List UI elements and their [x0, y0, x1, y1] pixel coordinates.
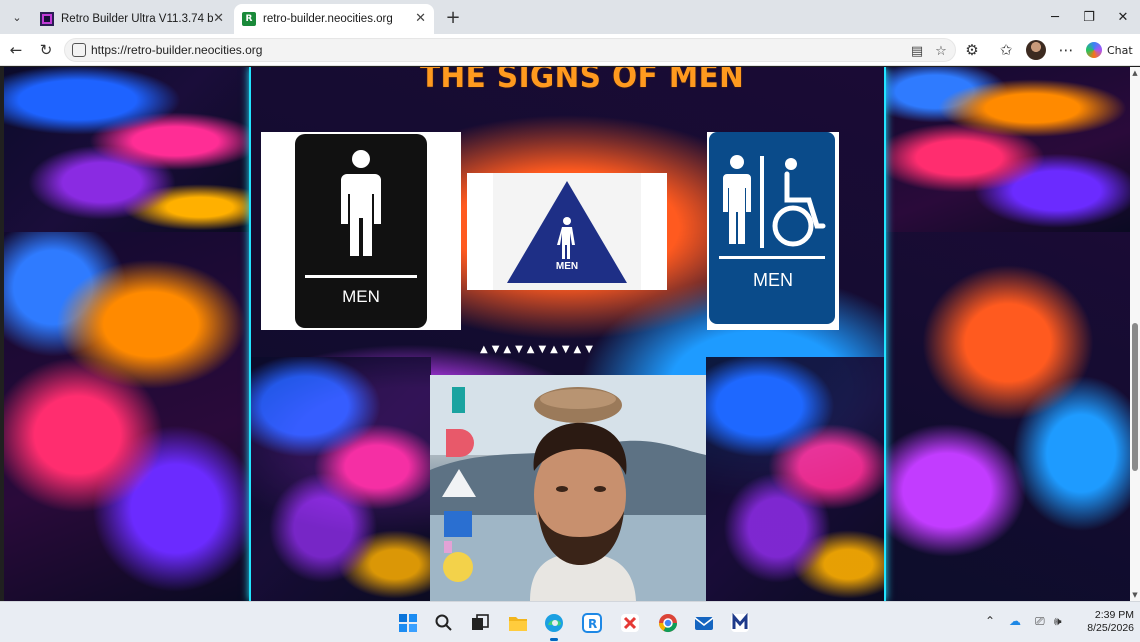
refresh-button[interactable]: ↻ — [34, 39, 58, 61]
neocities-favicon-icon: R — [242, 12, 256, 26]
edge-browser-button[interactable] — [542, 611, 566, 641]
m-app-button[interactable] — [728, 611, 752, 635]
tab-title: Retro Builder Ultra V11.3.74 by Do — [61, 13, 213, 25]
profile-avatar[interactable] — [1026, 40, 1046, 60]
tab-retro-builder-ultra[interactable]: Retro Builder Ultra V11.3.74 by Do ✕ — [32, 4, 232, 34]
triangle-men-sign-image: MEN — [467, 173, 667, 290]
extensions-button[interactable]: ⚙ — [960, 39, 984, 61]
swirl-background-image — [886, 232, 1130, 601]
sign-label: MEN — [753, 270, 793, 290]
edge-icon — [545, 614, 563, 632]
site-info-icon[interactable] — [72, 43, 86, 57]
copilot-chat-button[interactable]: Chat — [1086, 39, 1133, 61]
man-with-rock-photo — [430, 375, 706, 601]
new-tab-button[interactable]: + — [442, 6, 464, 28]
volume-icon[interactable]: 🕪 — [1054, 614, 1062, 629]
windows-logo-icon — [399, 614, 417, 632]
chat-label: Chat — [1107, 43, 1133, 57]
r-app-icon: R — [582, 613, 602, 633]
close-tab-icon[interactable]: ✕ — [213, 11, 224, 26]
swirl-background-image — [4, 232, 249, 601]
close-icon: ✕ — [1117, 9, 1129, 25]
puzzle-icon: ⚙ — [965, 41, 979, 59]
favorites-icon: ✩ — [999, 41, 1013, 59]
back-button[interactable]: ← — [4, 39, 28, 61]
clock-time: 2:39 PM — [1094, 609, 1134, 621]
sign-label: MEN — [342, 287, 380, 306]
page-viewport: THE SIGNS OF MEN MEN MEN MEN ▲▼▲▼▲▼▲▼▲▼ — [4, 67, 1130, 601]
restore-icon: ❐ — [1083, 9, 1095, 25]
settings-menu-button[interactable]: ⋯ — [1054, 39, 1078, 61]
scroll-down-icon[interactable]: ▼ — [1131, 591, 1139, 599]
page-title: THE SIGNS OF MEN — [420, 67, 745, 95]
swirl-background-image — [886, 67, 1130, 232]
plus-icon: + — [445, 6, 461, 28]
favorites-button[interactable]: ✩ — [994, 39, 1018, 61]
svg-text:R: R — [588, 617, 597, 631]
back-arrow-icon: ← — [9, 41, 23, 59]
system-clock[interactable]: 2:39 PM 8/25/2026 — [1082, 609, 1134, 635]
task-view-button[interactable] — [468, 611, 492, 635]
scrollbar-thumb[interactable] — [1132, 323, 1138, 471]
xmind-app-button[interactable] — [618, 611, 642, 635]
black-men-sign-image: MEN — [261, 132, 461, 330]
r-app-button[interactable]: R — [580, 611, 604, 635]
folder-icon — [509, 617, 527, 631]
accessible-men-sign-image: MEN — [707, 132, 839, 330]
url-text[interactable]: https://retro-builder.neocities.org — [91, 43, 262, 57]
browser-toolbar: ← ↻ https://retro-builder.neocities.org … — [0, 34, 1140, 66]
mail-app-button[interactable] — [692, 611, 716, 635]
scroll-up-icon[interactable]: ▲ — [1131, 69, 1139, 77]
mail-icon — [694, 617, 714, 630]
show-hidden-icons-chevron-icon[interactable]: ⌃ — [985, 614, 995, 628]
more-icon: ⋯ — [1058, 41, 1074, 59]
tab-title: retro-builder.neocities.org — [263, 13, 393, 25]
refresh-icon: ↻ — [39, 41, 53, 59]
search-icon — [435, 614, 452, 631]
retro-builder-favicon-icon — [40, 12, 54, 26]
xmind-icon — [621, 614, 639, 632]
swirl-background-image — [4, 67, 249, 232]
favorite-star-icon[interactable]: ☆ — [931, 41, 951, 61]
close-tab-icon[interactable]: ✕ — [415, 11, 426, 26]
minimize-icon: ─ — [1051, 9, 1059, 25]
address-bar[interactable]: https://retro-builder.neocities.org ▤ ☆ — [64, 38, 956, 62]
tab-retro-builder-neocities[interactable]: R retro-builder.neocities.org ✕ — [234, 4, 434, 34]
tab-actions-menu[interactable]: ⌄ — [6, 6, 28, 28]
task-view-icon — [472, 614, 489, 630]
onedrive-cloud-icon[interactable]: ☁ — [1009, 614, 1021, 628]
file-explorer-button[interactable] — [506, 611, 530, 635]
chrome-button[interactable] — [656, 611, 680, 635]
m-app-icon — [731, 613, 749, 632]
clock-date: 8/25/2026 — [1087, 622, 1134, 634]
favicon-letter: R — [245, 14, 253, 24]
chevron-down-icon: ⌄ — [12, 10, 22, 24]
start-button[interactable] — [396, 611, 420, 635]
copilot-icon — [1086, 42, 1102, 58]
network-icon[interactable]: ⎚ — [1035, 614, 1045, 629]
divider-arrows: ▲▼▲▼▲▼▲▼▲▼ — [480, 344, 597, 355]
close-window-button[interactable]: ✕ — [1106, 5, 1140, 29]
sign-label: MEN — [555, 261, 579, 272]
tab-strip: ⌄ Retro Builder Ultra V11.3.74 by Do ✕ R… — [0, 0, 1140, 34]
search-button[interactable] — [432, 611, 456, 635]
chrome-icon — [659, 614, 677, 633]
reader-mode-icon[interactable]: ▤ — [907, 41, 927, 61]
taskbar: R ⌃ ☁ ⎚ 🕪 2:39 PM 8/25/2026 — [0, 601, 1140, 642]
page-scrollbar[interactable]: ▲ ▼ — [1130, 67, 1140, 601]
minimize-button[interactable]: ─ — [1038, 5, 1072, 29]
restore-button[interactable]: ❐ — [1072, 5, 1106, 29]
